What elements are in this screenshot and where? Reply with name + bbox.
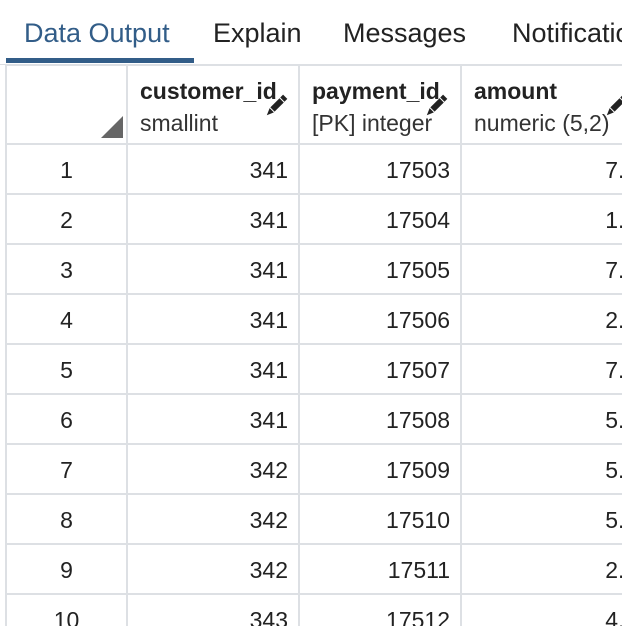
customer-id-cell[interactable]: 342 — [128, 545, 300, 595]
table-row[interactable]: 5341175077.99 — [5, 345, 622, 395]
active-tab-indicator — [6, 58, 194, 63]
corner-triangle-icon — [101, 116, 123, 138]
row-number-cell[interactable]: 6 — [5, 395, 128, 445]
select-all-corner[interactable] — [5, 64, 128, 145]
grid-header-row: customer_id smallint payment_id [PK] int… — [5, 64, 622, 145]
query-result-panel: Data Output Explain Messages Notificatio… — [0, 0, 622, 626]
column-header-payment-id[interactable]: payment_id [PK] integer — [300, 64, 462, 145]
payment-id-cell[interactable]: 17507 — [300, 345, 462, 395]
payment-id-cell[interactable]: 17505 — [300, 245, 462, 295]
tab-notifications[interactable]: Notifications — [512, 0, 622, 64]
column-header-customer-id[interactable]: customer_id smallint — [128, 64, 300, 145]
amount-cell[interactable]: 2.99 — [462, 295, 622, 345]
row-number-cell[interactable]: 8 — [5, 495, 128, 545]
edit-pencil-icon[interactable] — [602, 92, 622, 120]
amount-cell[interactable]: 7.99 — [462, 345, 622, 395]
row-number-cell[interactable]: 9 — [5, 545, 128, 595]
tab-explain[interactable]: Explain — [213, 0, 302, 64]
tab-data-output[interactable]: Data Output — [24, 0, 170, 64]
column-name: payment_id — [312, 78, 440, 104]
column-type: [PK] integer — [312, 110, 433, 136]
row-number-cell[interactable]: 5 — [5, 345, 128, 395]
table-row[interactable]: 6341175085.99 — [5, 395, 622, 445]
payment-id-cell[interactable]: 17510 — [300, 495, 462, 545]
payment-id-cell[interactable]: 17503 — [300, 145, 462, 195]
payment-id-cell[interactable]: 17509 — [300, 445, 462, 495]
amount-cell[interactable]: 1.99 — [462, 195, 622, 245]
amount-cell[interactable]: 7.99 — [462, 245, 622, 295]
amount-cell[interactable]: 5.99 — [462, 495, 622, 545]
row-number-cell[interactable]: 2 — [5, 195, 128, 245]
table-row[interactable]: 7342175095.99 — [5, 445, 622, 495]
amount-cell[interactable]: 5.99 — [462, 445, 622, 495]
row-number-cell[interactable]: 3 — [5, 245, 128, 295]
customer-id-cell[interactable]: 341 — [128, 345, 300, 395]
amount-cell[interactable]: 4.99 — [462, 595, 622, 626]
customer-id-cell[interactable]: 342 — [128, 495, 300, 545]
customer-id-cell[interactable]: 341 — [128, 295, 300, 345]
table-row[interactable]: 4341175062.99 — [5, 295, 622, 345]
table-row[interactable]: 9342175112.99 — [5, 545, 622, 595]
table-row[interactable]: 2341175041.99 — [5, 195, 622, 245]
row-number-cell[interactable]: 7 — [5, 445, 128, 495]
column-type: numeric (5,2) — [474, 110, 610, 136]
row-number-cell[interactable]: 10 — [5, 595, 128, 626]
result-tab-bar: Data Output Explain Messages Notificatio… — [0, 0, 622, 65]
payment-id-cell[interactable]: 17504 — [300, 195, 462, 245]
payment-id-cell[interactable]: 17511 — [300, 545, 462, 595]
payment-id-cell[interactable]: 17508 — [300, 395, 462, 445]
table-row[interactable]: 10343175124.99 — [5, 595, 622, 626]
row-number-cell[interactable]: 1 — [5, 145, 128, 195]
customer-id-cell[interactable]: 341 — [128, 145, 300, 195]
table-row[interactable]: 3341175057.99 — [5, 245, 622, 295]
customer-id-cell[interactable]: 343 — [128, 595, 300, 626]
payment-id-cell[interactable]: 17512 — [300, 595, 462, 626]
tab-messages[interactable]: Messages — [343, 0, 466, 64]
payment-id-cell[interactable]: 17506 — [300, 295, 462, 345]
customer-id-cell[interactable]: 341 — [128, 245, 300, 295]
column-type: smallint — [140, 110, 218, 136]
table-row[interactable]: 1341175037.99 — [5, 145, 622, 195]
table-row[interactable]: 8342175105.99 — [5, 495, 622, 545]
column-header-amount[interactable]: amount numeric (5,2) — [462, 64, 622, 145]
amount-cell[interactable]: 7.99 — [462, 145, 622, 195]
customer-id-cell[interactable]: 341 — [128, 395, 300, 445]
edit-pencil-icon[interactable] — [262, 92, 290, 120]
amount-cell[interactable]: 5.99 — [462, 395, 622, 445]
column-name: customer_id — [140, 78, 277, 104]
customer-id-cell[interactable]: 341 — [128, 195, 300, 245]
row-number-cell[interactable]: 4 — [5, 295, 128, 345]
amount-cell[interactable]: 2.99 — [462, 545, 622, 595]
customer-id-cell[interactable]: 342 — [128, 445, 300, 495]
column-name: amount — [474, 78, 558, 104]
edit-pencil-icon[interactable] — [422, 92, 450, 120]
